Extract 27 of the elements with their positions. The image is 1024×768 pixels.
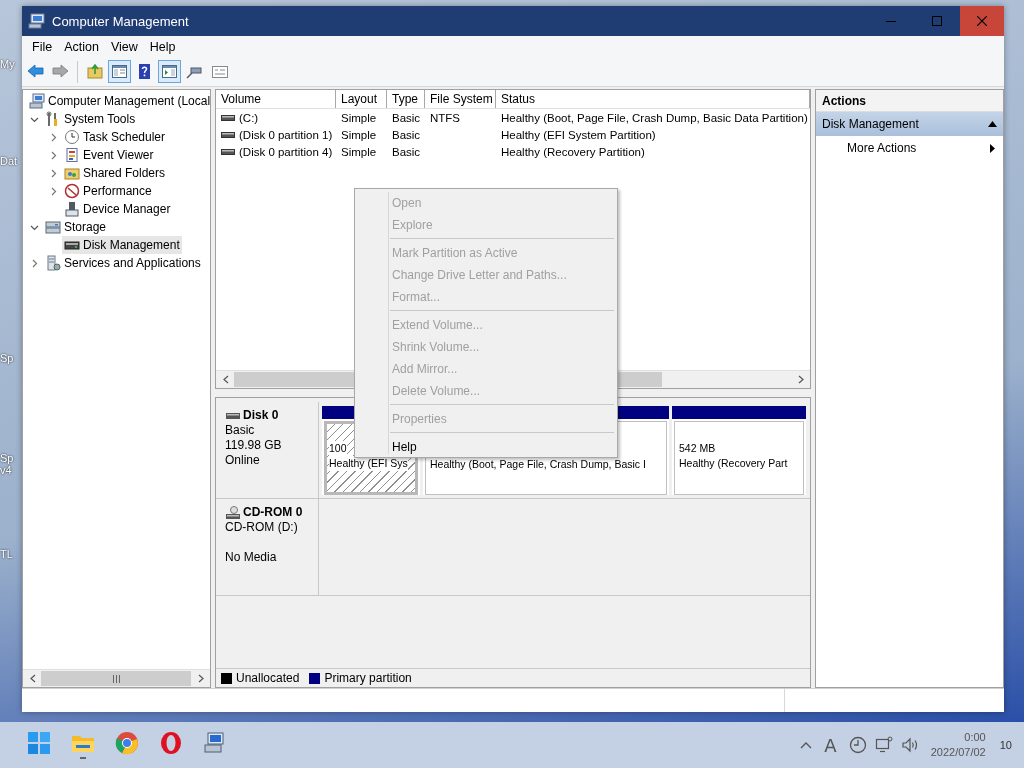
disk-name: CD-ROM 0 — [243, 505, 303, 520]
table-cell: Basic — [392, 111, 421, 124]
table-cell: Simple — [341, 128, 377, 141]
table-cell: Simple — [341, 145, 377, 158]
table-cell: Basic — [392, 128, 421, 141]
disk-info: Online — [225, 453, 261, 468]
disk-info: Basic — [225, 423, 256, 438]
table-cell: Basic — [392, 145, 421, 158]
table-cell: (Disk 0 partition 4) — [239, 145, 333, 158]
disk-info: 119.98 GB — [225, 438, 283, 453]
actions-header: Actions — [816, 90, 1003, 112]
disk-name: Disk 0 — [243, 408, 279, 423]
table-cell: (Disk 0 partition 1) — [239, 128, 333, 141]
legend-label: Unallocated — [236, 671, 300, 685]
table-cell: (C:) — [239, 111, 259, 124]
disk-info: CD-ROM (D:) — [225, 520, 299, 535]
partition-status: Healthy (Recovery Part — [679, 456, 788, 471]
legend-label: Primary partition — [324, 671, 412, 685]
table-cell: Simple — [341, 111, 377, 124]
window-title: Computer Management — [52, 13, 190, 29]
partition-size: 100 — [329, 441, 347, 456]
table-cell: Healthy (Recovery Partition) — [501, 145, 645, 158]
partition-status: Healthy (EFI Sys — [329, 456, 408, 471]
table-cell: Healthy (EFI System Partition) — [501, 128, 656, 141]
disk-info: No Media — [225, 550, 278, 565]
table-cell: NTFS — [430, 111, 461, 124]
table-cell: Healthy (Boot, Page File, Crash Dump, Basic Data Partition) — [501, 111, 808, 124]
